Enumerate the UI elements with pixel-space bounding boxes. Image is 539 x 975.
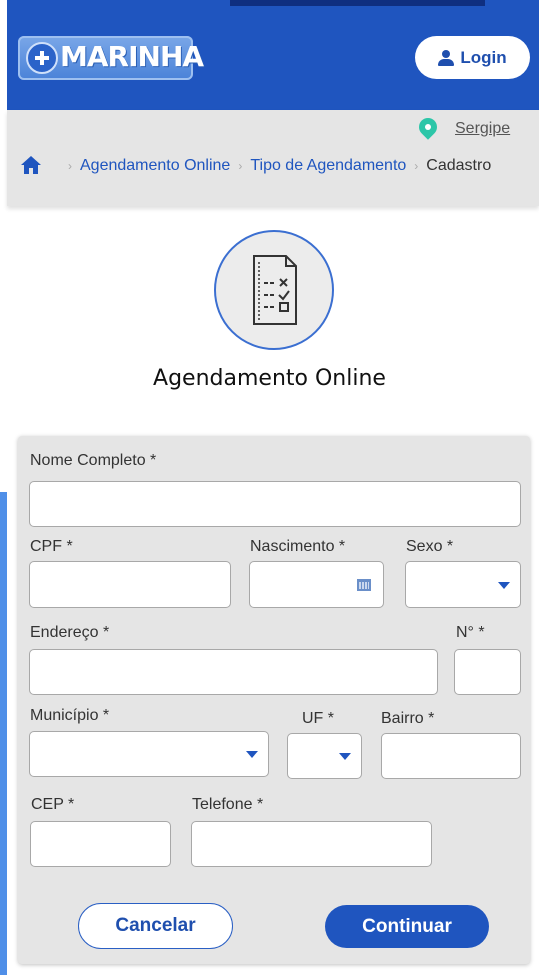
cpf-label: CPF * [30,538,73,555]
sexo-select[interactable] [405,561,521,608]
plus-icon [26,42,58,74]
side-accent-strip [0,492,7,975]
breadcrumb: › Agendamento Online › Tipo de Agendamen… [60,157,491,175]
marinha-logo[interactable]: MARINHA [18,36,204,80]
breadcrumb-separator-icon: › [414,159,419,173]
logo-text: MARINHA [60,40,204,73]
nascimento-label: Nascimento * [250,538,346,555]
nascimento-input[interactable] [249,561,384,608]
calendar-icon[interactable] [357,579,371,591]
home-icon[interactable] [20,155,42,175]
bairro-label: Bairro * [381,710,435,727]
bairro-input[interactable] [381,733,521,779]
endereco-label: Endereço * [30,624,110,641]
user-icon [438,49,455,66]
login-label: Login [460,47,507,67]
numero-input[interactable] [454,649,521,695]
header-notch [230,0,485,6]
uf-select[interactable] [287,733,362,779]
page-title: Agendamento Online [153,366,386,391]
breadcrumb-agendamento-online[interactable]: Agendamento Online [80,157,230,175]
uf-label: UF * [302,710,334,727]
chevron-down-icon [498,581,510,589]
checklist-document-icon [253,255,297,325]
telefone-input[interactable] [191,821,432,867]
cep-input[interactable] [30,821,171,867]
chevron-down-icon [246,751,258,758]
breadcrumb-separator-icon: › [238,159,243,173]
nome-label: Nome Completo * [30,452,157,469]
breadcrumb-cadastro: Cadastro [426,157,492,174]
form-document-icon [214,230,334,350]
municipio-label: Município * [30,707,110,724]
breadcrumb-tipo-agendamento[interactable]: Tipo de Agendamento [250,157,406,175]
sexo-label: Sexo * [406,538,454,555]
cancel-button[interactable]: Cancelar [78,903,233,949]
cpf-input[interactable] [29,561,231,608]
continue-button[interactable]: Continuar [325,905,489,948]
endereco-input[interactable] [29,649,438,695]
municipio-select[interactable] [29,731,269,777]
numero-label: N° * [456,624,485,641]
cep-label: CEP * [31,796,75,813]
location-link[interactable]: Sergipe [455,120,510,138]
telefone-label: Telefone * [192,796,264,813]
breadcrumb-separator-icon: › [68,159,72,173]
login-button[interactable]: Login [415,36,530,79]
nome-completo-input[interactable] [29,481,521,527]
chevron-down-icon [339,753,351,760]
